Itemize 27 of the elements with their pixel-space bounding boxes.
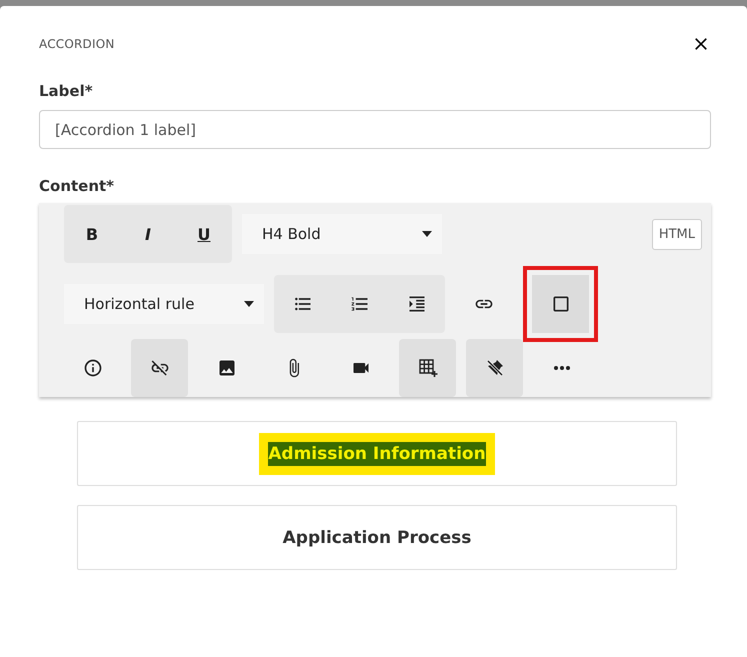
unlink-button[interactable] <box>131 339 188 397</box>
accordion-item[interactable]: Admission Information <box>77 421 677 486</box>
clear-format-button[interactable] <box>466 339 523 397</box>
info-icon <box>82 358 102 378</box>
table-plus-icon <box>418 358 438 378</box>
html-button[interactable]: HTML <box>652 218 702 250</box>
unlink-icon <box>150 358 170 378</box>
accordion-label: Admission Information <box>268 442 486 466</box>
format-dropdown[interactable]: H4 Bold <box>242 214 442 254</box>
indent-icon <box>406 294 426 314</box>
table-button[interactable] <box>399 339 456 397</box>
italic-button[interactable]: I <box>120 205 176 263</box>
field-label: Content* <box>39 177 116 195</box>
pin-crossed-icon <box>484 358 504 378</box>
label-input[interactable]: [Accordion 1 label] <box>39 110 711 149</box>
square-button[interactable] <box>532 275 589 333</box>
caret-icon <box>244 301 254 307</box>
bold-button[interactable]: B <box>64 205 120 263</box>
underline-button[interactable]: U <box>176 205 232 263</box>
caret-icon <box>422 231 432 237</box>
image-icon <box>216 358 236 378</box>
accordion-label: Application Process <box>282 526 472 550</box>
format-dropdown[interactable]: Horizontal rule <box>64 284 264 324</box>
field-label: Label* <box>39 82 94 100</box>
more-icon <box>554 366 570 370</box>
accordion-item[interactable]: Application Process <box>77 505 677 570</box>
dialog-title: ACCORDION <box>39 37 115 51</box>
